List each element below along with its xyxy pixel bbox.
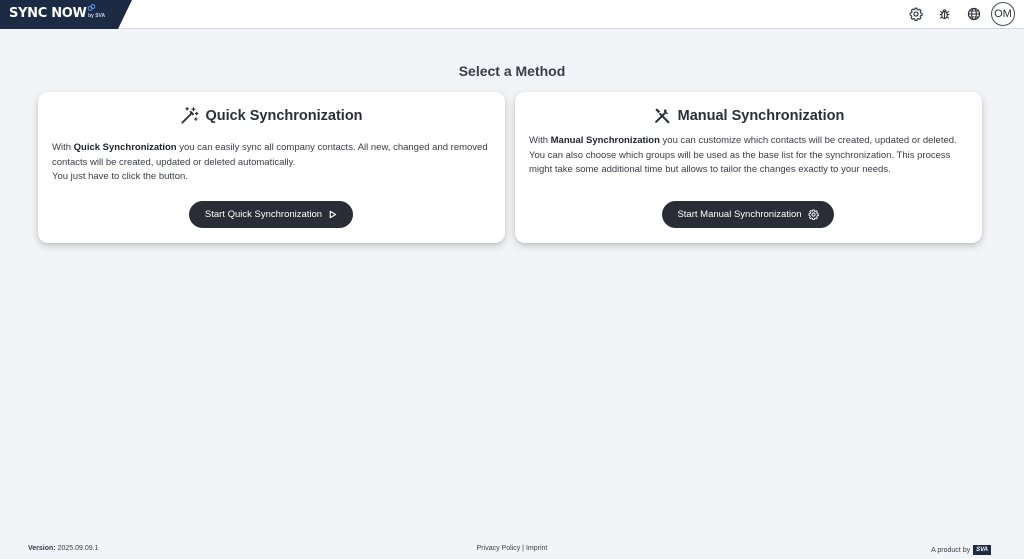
manual-sync-title-text: Manual Synchronization [677,107,845,124]
product-attribution: A product by SVA [931,545,991,555]
brand-subtitle: by SVA [88,13,106,19]
brand-logo[interactable]: SYNC NOW by SVA [0,0,132,29]
manual-sync-card: Manual Synchronization With Manual Synch… [515,92,982,243]
manual-sync-title: Manual Synchronization [515,106,982,125]
start-quick-sync-label: Start Quick Synchronization [204,209,323,220]
footer-separator: | [522,545,524,552]
bug-icon [939,9,950,20]
quick-sync-title: Quick Synchronization [38,106,505,125]
quick-sync-desc-bold: Quick Synchronization [73,142,177,153]
quick-sync-card: Quick Synchronization With Quick Synchro… [38,92,505,243]
user-avatar[interactable]: OM [991,2,1015,26]
manual-sync-desc-prefix: With [529,135,551,146]
magic-wand-icon [180,106,199,125]
start-quick-sync-button[interactable]: Start Quick Synchronization [189,201,353,228]
quick-sync-desc-line2: You just have to click the button. [52,171,188,182]
page-title: Select a Method [458,63,566,79]
quick-sync-title-text: Quick Synchronization [205,107,363,124]
footer-links: Privacy Policy | Imprint [0,545,1024,552]
settings-button[interactable] [901,2,930,26]
brand-name: SYNC NOW [9,6,87,21]
link-icon [87,4,96,11]
product-by-label: A product by [931,546,971,554]
play-icon [329,210,337,219]
manual-sync-desc-bold: Manual Synchronization [550,135,660,146]
language-button[interactable] [959,2,988,26]
footer: Version: 2025.09.09.1 Privacy Policy | I… [0,543,1024,555]
quick-sync-description: With Quick Synchronization you can easil… [52,141,491,185]
settings-icon [909,7,923,21]
quick-sync-desc-prefix: With [52,142,74,153]
privacy-policy-link[interactable]: Privacy Policy [477,545,521,552]
globe-icon [967,7,980,21]
sva-logo[interactable]: SVA [973,545,991,555]
bug-report-button[interactable] [930,2,959,26]
start-manual-sync-label: Start Manual Synchronization [677,209,802,220]
imprint-link[interactable]: Imprint [526,545,547,552]
start-manual-sync-button[interactable]: Start Manual Synchronization [662,201,834,228]
tools-icon [653,106,672,125]
gear-icon [808,209,819,220]
manual-sync-description: With Manual Synchronization you can cust… [529,134,968,178]
header-actions: OM [901,2,1015,26]
top-bar: SYNC NOW by SVA OM [0,0,1024,29]
